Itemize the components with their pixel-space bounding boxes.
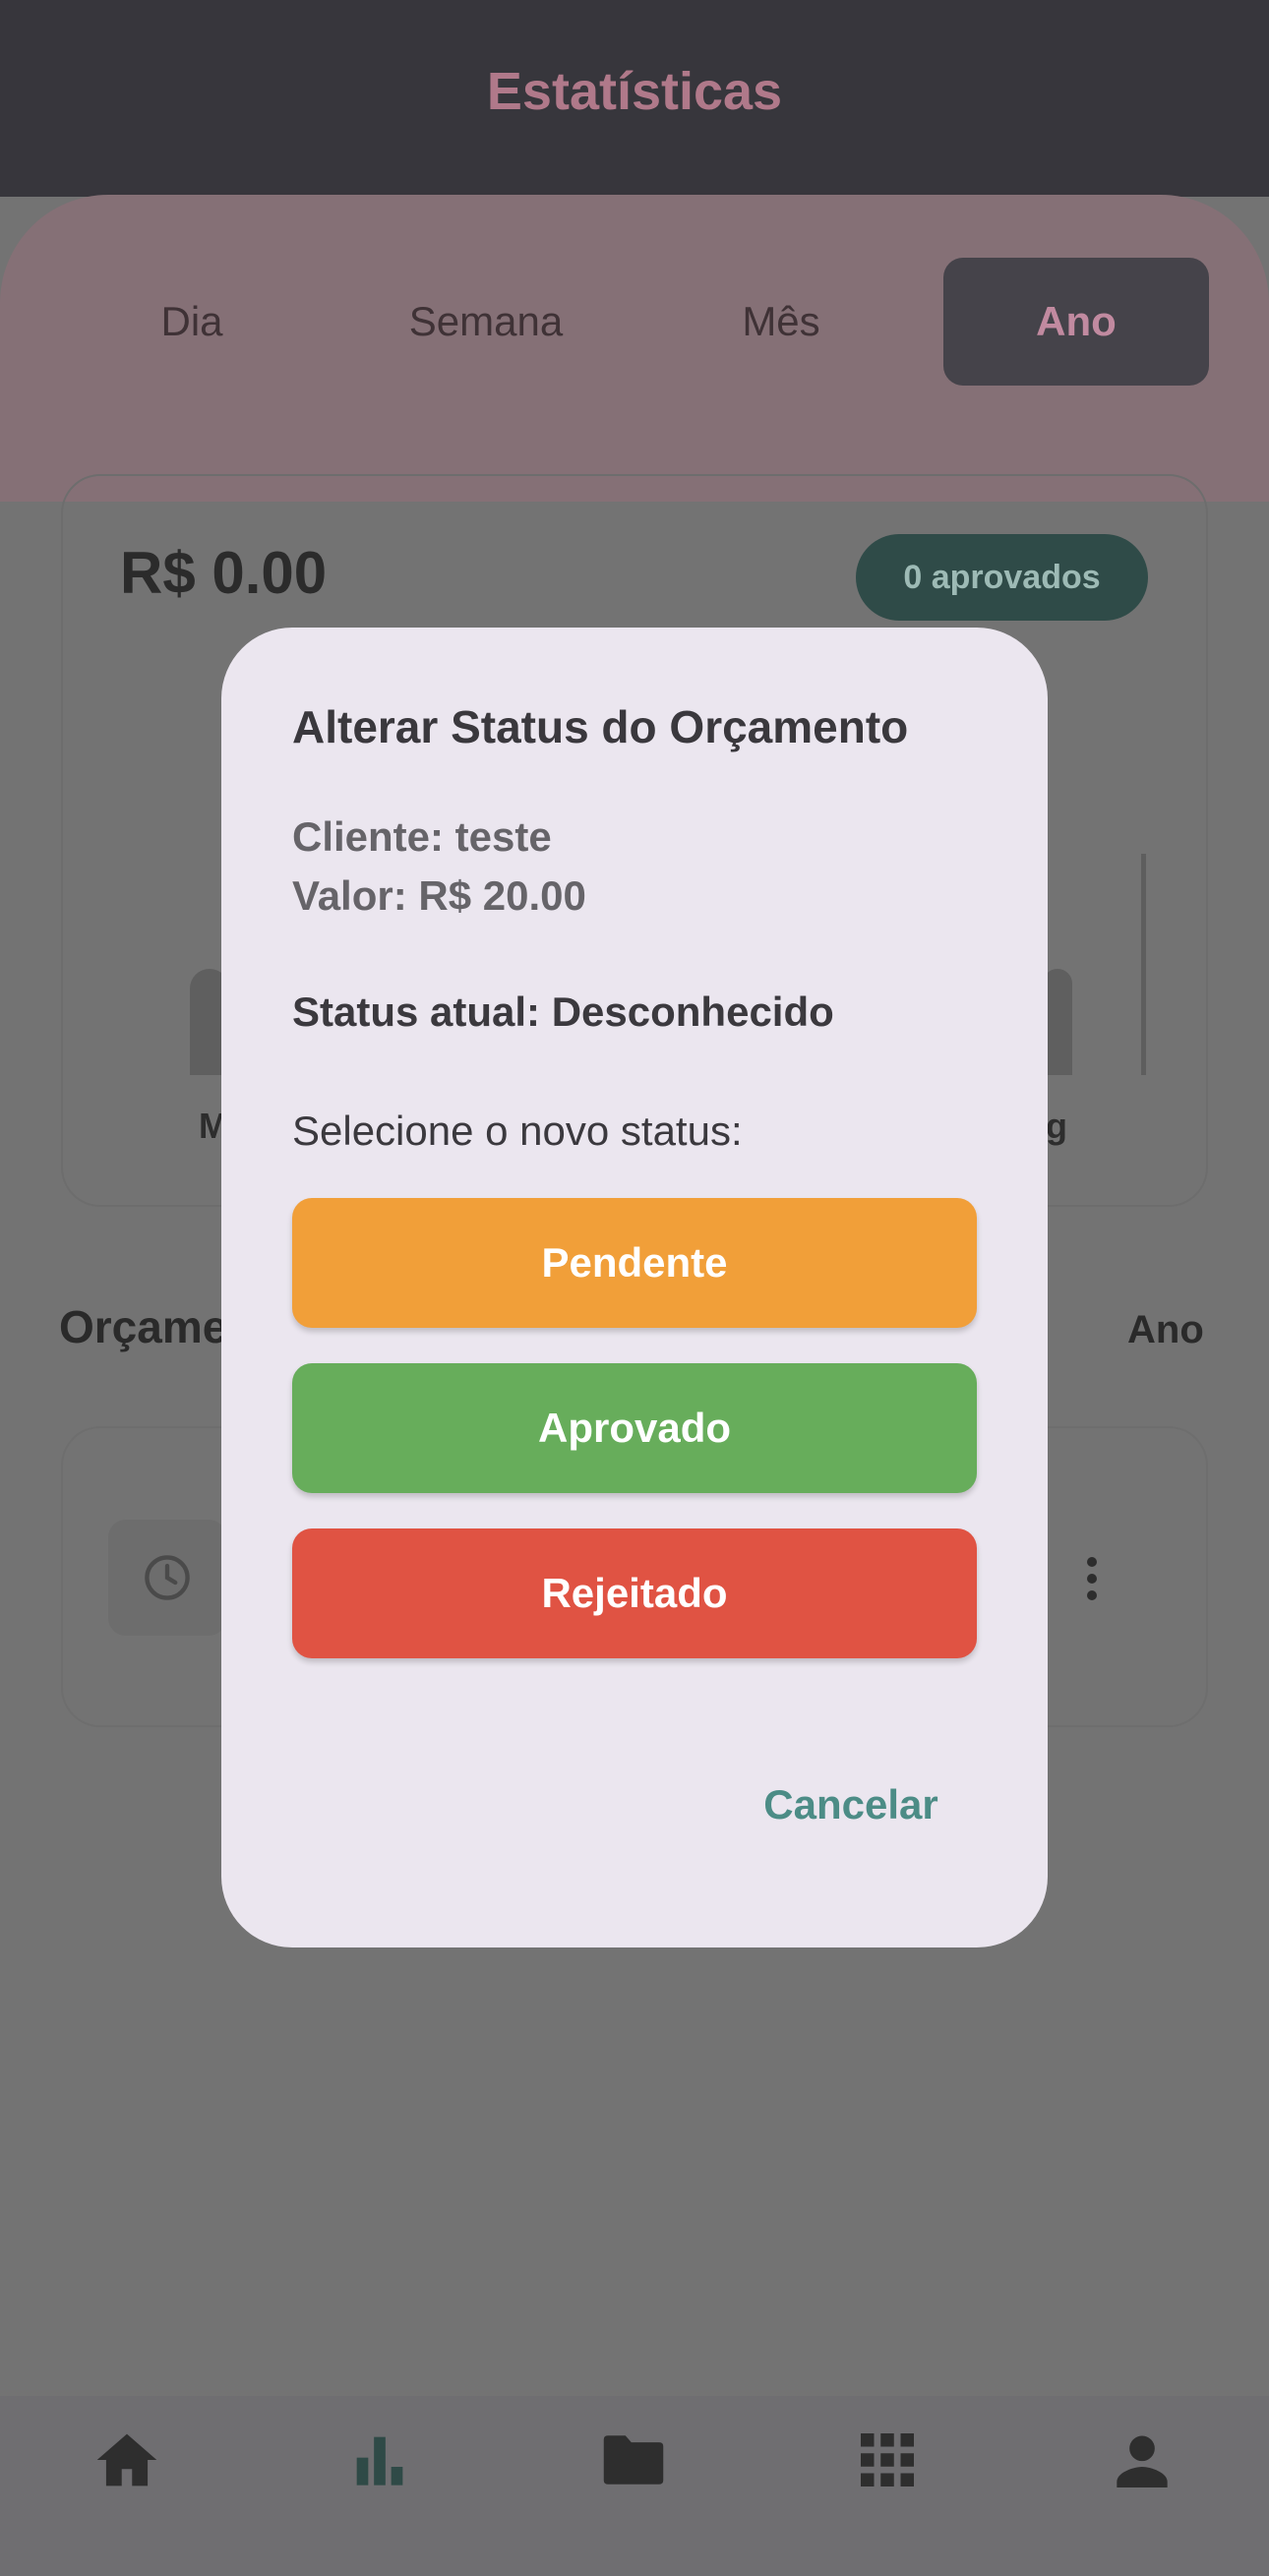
clock-icon bbox=[108, 1520, 226, 1636]
budgets-filter-label[interactable]: Ano bbox=[1127, 1308, 1204, 1352]
chart-axis-label: g bbox=[1046, 1106, 1067, 1146]
person-icon[interactable] bbox=[1083, 2427, 1201, 2492]
home-icon[interactable] bbox=[68, 2427, 186, 2492]
tab-ano[interactable]: Ano bbox=[943, 258, 1209, 386]
dialog-title: Alterar Status do Orçamento bbox=[292, 701, 909, 752]
page-title: Estatísticas bbox=[486, 62, 783, 121]
cancel-button[interactable]: Cancelar bbox=[733, 1770, 969, 1839]
pending-status-button[interactable]: Pendente bbox=[292, 1198, 977, 1328]
apps-grid-icon[interactable] bbox=[828, 2427, 946, 2492]
select-status-prompt: Selecione o novo status: bbox=[292, 1108, 743, 1154]
budgets-section-title: Orçame bbox=[59, 1301, 228, 1352]
approved-status-button[interactable]: Aprovado bbox=[292, 1363, 977, 1493]
client-label: Cliente: teste bbox=[292, 813, 552, 860]
tab-mes[interactable]: Mês bbox=[648, 258, 914, 386]
value-label: Valor: R$ 20.00 bbox=[292, 872, 586, 919]
current-status-label: Status atual: Desconhecido bbox=[292, 988, 834, 1035]
chart-scroll-indicator bbox=[1141, 854, 1146, 1075]
tab-dia[interactable]: Dia bbox=[59, 258, 325, 386]
more-vertical-icon[interactable] bbox=[1072, 1544, 1112, 1613]
tab-semana[interactable]: Semana bbox=[353, 258, 619, 386]
approved-count-badge: 0 aprovados bbox=[856, 534, 1148, 621]
folder-icon[interactable] bbox=[574, 2427, 693, 2492]
total-value: R$ 0.00 bbox=[120, 540, 328, 606]
rejected-status-button[interactable]: Rejeitado bbox=[292, 1528, 977, 1658]
bar-chart-icon[interactable] bbox=[321, 2427, 439, 2492]
